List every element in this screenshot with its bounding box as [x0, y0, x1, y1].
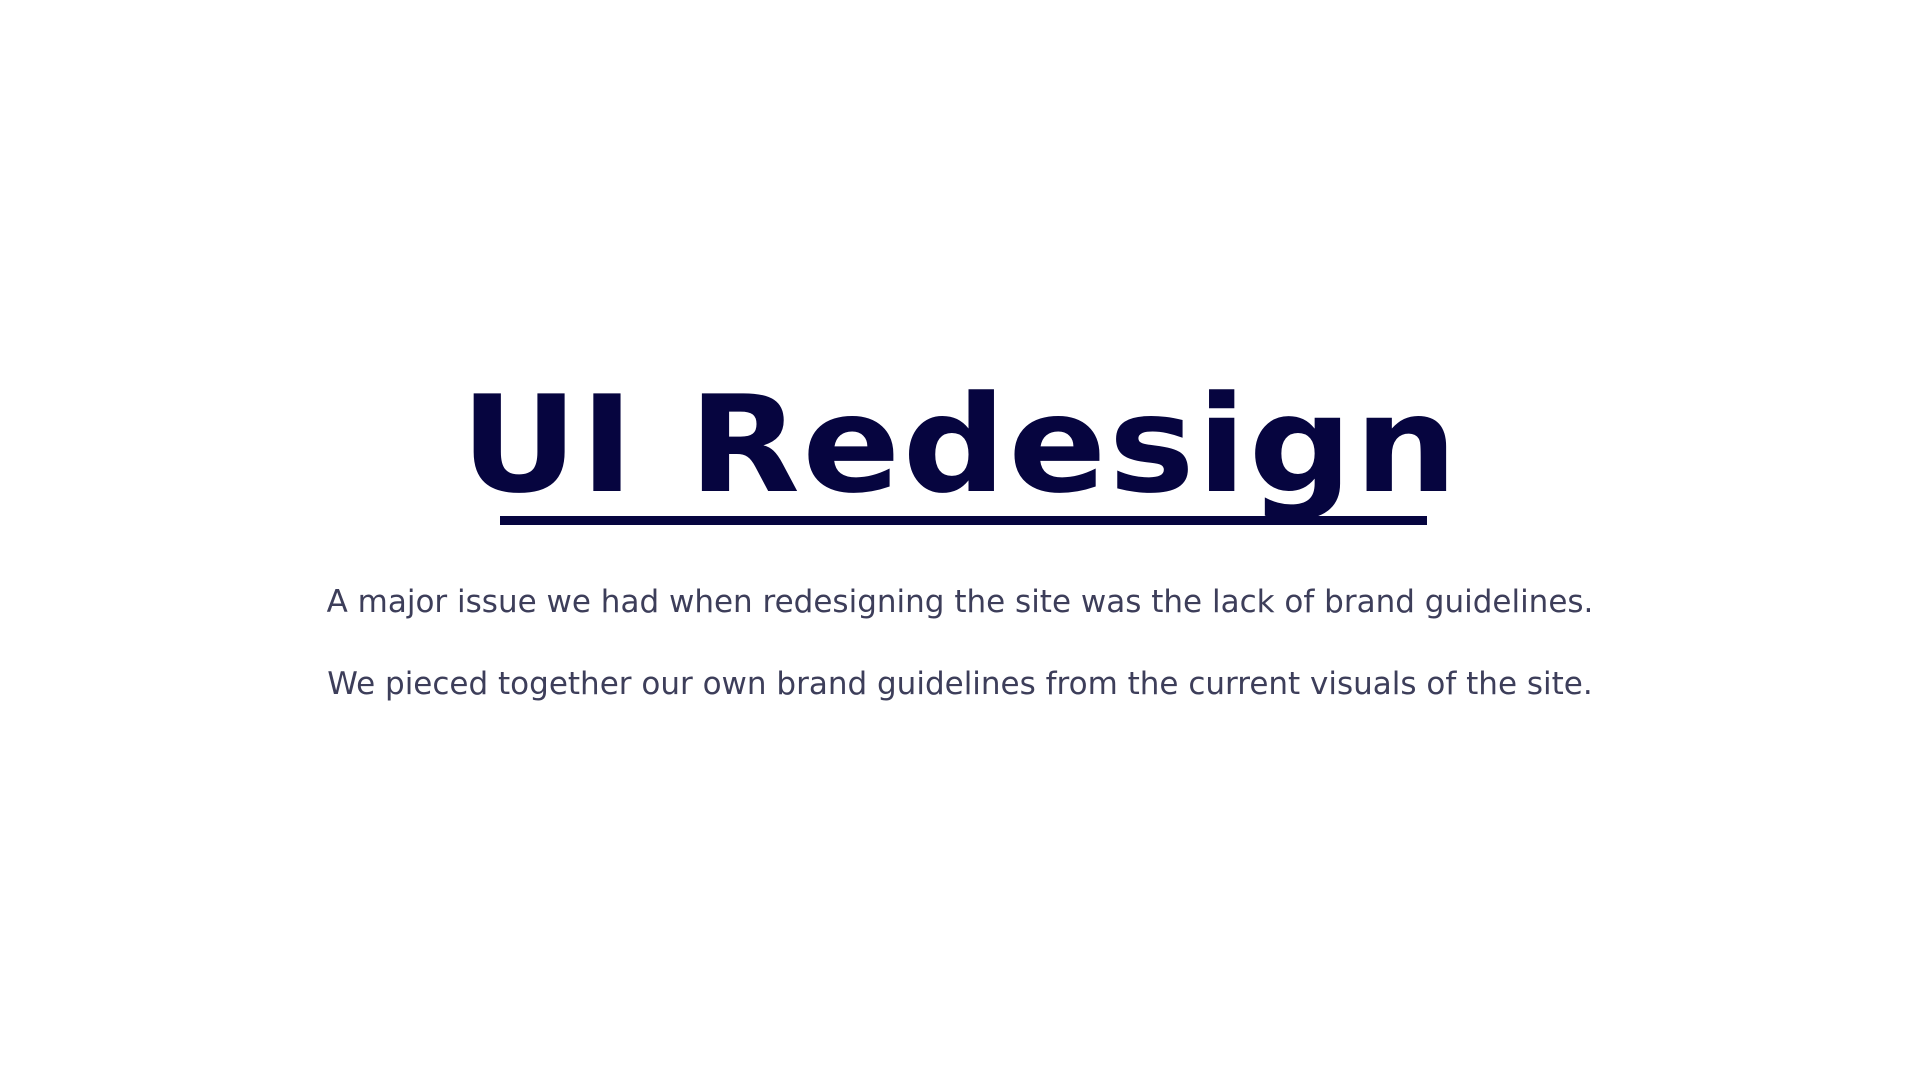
title-underline — [500, 516, 1427, 525]
body-paragraph-1: A major issue we had when redesigning th… — [326, 584, 1594, 620]
slide: UI Redesign A major issue we had when re… — [0, 0, 1920, 1080]
slide-title: UI Redesign — [460, 367, 1460, 523]
body-paragraph-2: We pieced together our own brand guideli… — [327, 666, 1593, 702]
